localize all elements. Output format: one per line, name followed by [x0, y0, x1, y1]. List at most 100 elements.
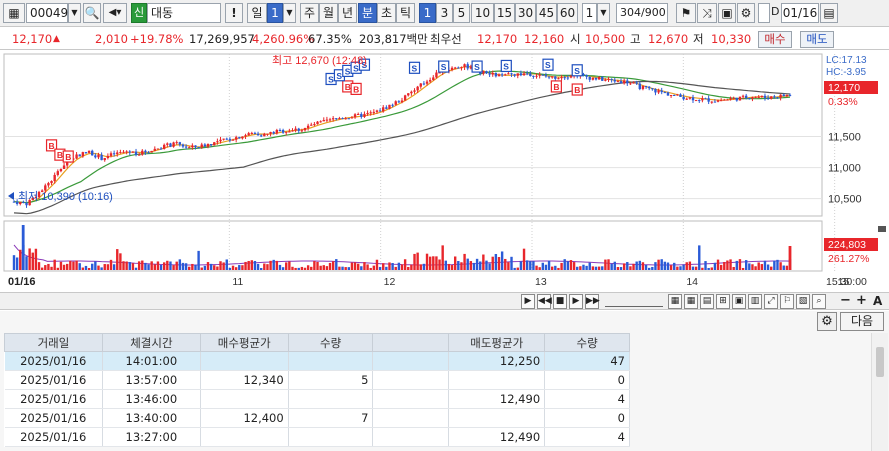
- candle-body: [635, 82, 638, 84]
- candle-body: [81, 152, 85, 157]
- stock-name-field[interactable]: 대동: [147, 3, 221, 23]
- period-year-button[interactable]: 년: [338, 3, 357, 23]
- stock-code-input[interactable]: 000490: [26, 3, 76, 23]
- period-minute-button[interactable]: 분: [358, 3, 377, 23]
- sell-marker-label: S: [345, 66, 351, 76]
- zoom-out-button[interactable]: −: [840, 293, 851, 308]
- layout-icon-3[interactable]: ▤: [700, 294, 714, 309]
- interval-60[interactable]: 60: [557, 3, 578, 23]
- stop-icon[interactable]: ■: [553, 294, 567, 309]
- panel-collapse-icon[interactable]: [878, 226, 886, 232]
- high-price: 12,670: [648, 32, 689, 46]
- date-input[interactable]: 01/16: [781, 3, 819, 23]
- period-week-button[interactable]: 주: [300, 3, 319, 23]
- interval-3[interactable]: 3: [436, 3, 453, 23]
- table-cell: 0: [544, 408, 630, 428]
- volume-bar: [178, 259, 182, 270]
- table-cell: [372, 351, 450, 371]
- sell-button[interactable]: 매도: [800, 31, 834, 48]
- calendar-icon[interactable]: ▤: [820, 3, 838, 23]
- code-dropdown-icon[interactable]: ▼: [68, 3, 81, 23]
- table-cell: 12,490: [448, 389, 546, 409]
- zoom-in-button[interactable]: +: [856, 293, 867, 308]
- layout-icon-8[interactable]: ⚐: [780, 294, 794, 309]
- interval-value-input[interactable]: 1: [582, 3, 597, 23]
- scrollbar-thumb[interactable]: [876, 347, 884, 377]
- layout-icon-4[interactable]: ⊞: [716, 294, 730, 309]
- interval-15[interactable]: 15: [494, 3, 515, 23]
- period-dropdown-icon[interactable]: ▼: [283, 3, 296, 23]
- settings-icon[interactable]: ⚙: [737, 3, 755, 23]
- candle-body: [281, 129, 285, 133]
- save-icon[interactable]: ▣: [718, 3, 736, 23]
- interval-10[interactable]: 10: [471, 3, 494, 23]
- candle-body: [754, 96, 757, 98]
- candle-body: [188, 147, 191, 149]
- period-second-button[interactable]: 초: [377, 3, 396, 23]
- col-header-sell-qty[interactable]: 수량: [544, 333, 630, 352]
- x-tick-label: 14: [686, 276, 698, 288]
- volume-bar: [522, 248, 526, 270]
- sound-icon[interactable]: ◀▾: [103, 3, 127, 23]
- panel-settings-icon[interactable]: ⚙: [817, 312, 837, 331]
- candle-body: [663, 92, 667, 94]
- layout-icon-1[interactable]: ▦: [668, 294, 682, 309]
- table-cell: 2025/01/16: [4, 389, 103, 409]
- candle-body: [310, 124, 313, 126]
- col-header-buy-qty[interactable]: 수량: [287, 333, 374, 352]
- volume-bar: [416, 252, 419, 270]
- table-row[interactable]: 2025/01/16 13:46:00 12,490 4: [4, 389, 630, 409]
- grid-layout-icon[interactable]: ▦: [3, 3, 25, 23]
- interval-30[interactable]: 30: [515, 3, 536, 23]
- table-row[interactable]: 2025/01/16 13:27:00 12,490 4: [4, 427, 630, 447]
- search-icon[interactable]: 🔍: [83, 3, 101, 23]
- col-header-sell-avg[interactable]: 매도평균가: [448, 333, 546, 352]
- interval-1[interactable]: 1: [419, 3, 436, 23]
- period-tick-button[interactable]: 틱: [396, 3, 415, 23]
- volume-bar: [676, 266, 679, 270]
- volume-bar: [234, 267, 238, 270]
- period-month-button[interactable]: 월: [319, 3, 338, 23]
- layout-icon-6[interactable]: ▥: [748, 294, 762, 309]
- interval-5[interactable]: 5: [453, 3, 470, 23]
- chart-type-icon[interactable]: ⚑: [676, 3, 696, 23]
- buy-button[interactable]: 매수: [758, 31, 792, 48]
- fast-forward-icon[interactable]: ▶▶: [585, 294, 600, 309]
- volume-bar: [397, 262, 401, 270]
- candle-body: [776, 97, 779, 99]
- interval-dropdown-icon[interactable]: ▼: [597, 3, 610, 23]
- alert-button[interactable]: !: [225, 3, 243, 23]
- col-header-buy-avg[interactable]: 매수평균가: [199, 333, 289, 352]
- table-row[interactable]: 2025/01/16 13:57:00 12,340 5 0: [4, 370, 630, 390]
- table-row[interactable]: 2025/01/16 14:01:00 12,250 47: [4, 351, 630, 371]
- period-day-button[interactable]: 일: [247, 3, 267, 23]
- volume-bar: [579, 266, 582, 270]
- auto-button[interactable]: A: [873, 294, 882, 308]
- col-header-date[interactable]: 거래일: [4, 333, 103, 352]
- layout-icon-5[interactable]: ▣: [732, 294, 746, 309]
- table-row[interactable]: 2025/01/16 13:40:00 12,400 7 0: [4, 408, 630, 428]
- magnifier-icon[interactable]: ⌕: [812, 294, 826, 309]
- indicator-icon[interactable]: ⤨: [697, 3, 717, 23]
- sell-marker-label: S: [336, 71, 342, 81]
- col-header-time[interactable]: 체결시간: [101, 333, 201, 352]
- scroll-right-icon[interactable]: ▶: [521, 294, 535, 309]
- volume-bar: [619, 267, 623, 270]
- next-page-button[interactable]: 다음: [840, 312, 884, 331]
- table-scrollbar[interactable]: [871, 333, 888, 451]
- layout-icon-7[interactable]: ⤢: [764, 294, 778, 309]
- count-field[interactable]: 304/900: [616, 3, 668, 23]
- layout-icon-2[interactable]: ▦: [684, 294, 698, 309]
- period-day-count[interactable]: 1: [267, 3, 283, 23]
- zoom-slider[interactable]: [605, 296, 663, 307]
- layout-icon-9[interactable]: ▧: [796, 294, 810, 309]
- date-checkbox[interactable]: [758, 3, 770, 23]
- rewind-icon[interactable]: ◀◀: [537, 294, 552, 309]
- quote-bar: 12,170 ▲ 2,010 +19.78% 17,269,957 4,260.…: [0, 28, 889, 50]
- col-header-blank[interactable]: [372, 333, 450, 352]
- interval-45[interactable]: 45: [536, 3, 557, 23]
- volume-bar: [144, 262, 147, 270]
- forward-icon[interactable]: ▶: [569, 294, 583, 309]
- price-chart[interactable]: BB BB B B BS S S S S S S S S SS 11,50011,00010,500 11…: [0, 51, 889, 291]
- volume-bar: [710, 267, 713, 270]
